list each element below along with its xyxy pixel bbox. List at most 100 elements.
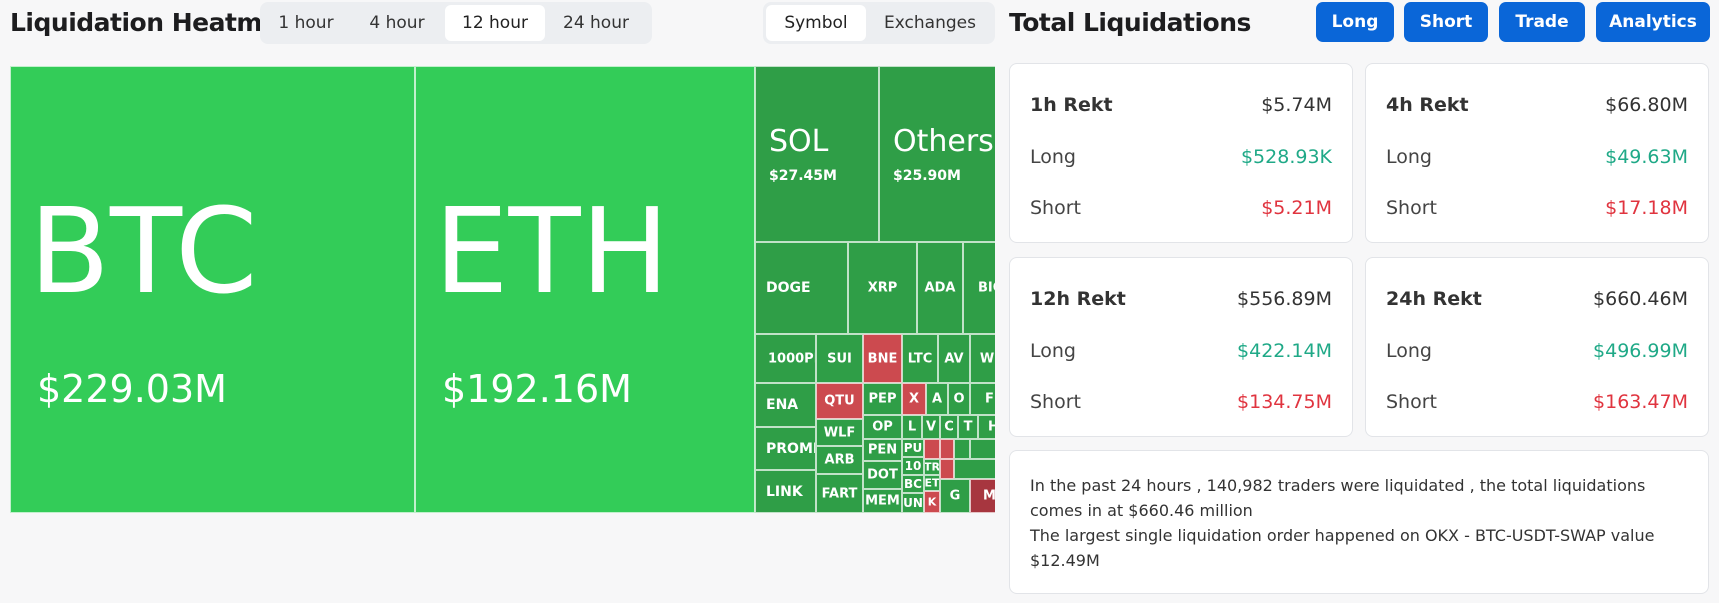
tab-symbol[interactable]: Symbol [766, 5, 866, 41]
long-label: Long [1386, 146, 1432, 168]
tile-sui[interactable]: SUI [816, 334, 863, 383]
tile-m[interactable]: M [970, 479, 995, 513]
long-button[interactable]: Long [1316, 2, 1394, 42]
analytics-button[interactable]: Analytics [1596, 2, 1710, 42]
tile-ena[interactable]: ENA [755, 383, 816, 427]
tile-others[interactable]: Others $25.90M [879, 66, 995, 242]
tile-value: $192.16M [442, 367, 632, 411]
tile-1000pepe[interactable]: 1000PE [755, 334, 816, 383]
tile-mem[interactable]: MEM [863, 489, 902, 513]
tile-red-b[interactable] [940, 439, 954, 459]
tile-fart[interactable]: FART [816, 474, 863, 513]
card-12h-rekt: 12h Rekt $556.89M Long $422.14M Short $134.… [1009, 257, 1353, 437]
tile-symbol: BTC [29, 182, 258, 320]
short-label: Short [1386, 197, 1437, 219]
tile-prompt[interactable]: PROMP [755, 427, 816, 470]
tile-tr[interactable]: TR [924, 459, 940, 475]
tile-pen[interactable]: PEN [863, 439, 902, 461]
tile-sol[interactable]: SOL $27.45M [755, 66, 879, 242]
tile-eth[interactable]: ETH $192.16M [415, 66, 755, 513]
tile-op[interactable]: OP [863, 415, 902, 439]
card-long-value: $496.99M [1593, 340, 1688, 362]
time-range-selector: 1 hour 4 hour 12 hour 24 hour [260, 2, 652, 44]
tile-pu[interactable]: PU [902, 439, 924, 457]
tile-value: $229.03M [37, 367, 227, 411]
tile-red-c[interactable] [940, 459, 954, 479]
heatmap-title: Liquidation Heatmap [10, 8, 296, 37]
tile-a[interactable]: A [926, 383, 948, 415]
liquidation-treemap: BTC $229.03M ETH $192.16M SOL $27.45M Ot… [10, 66, 995, 513]
card-short-value: $134.75M [1237, 391, 1332, 413]
tile-x[interactable]: X [902, 383, 926, 415]
card-total: $5.74M [1261, 94, 1332, 116]
tile-btc[interactable]: BTC $229.03M [10, 66, 415, 513]
tile-xrp[interactable]: XRP [848, 242, 917, 334]
liquidation-summary: In the past 24 hours , 140,982 traders w… [1009, 450, 1709, 594]
tile-l[interactable]: L [902, 415, 922, 439]
tile-10[interactable]: 10 [902, 457, 924, 475]
tile-bo[interactable]: BC [902, 475, 924, 493]
tile-qtum[interactable]: QTU [816, 383, 863, 419]
long-label: Long [1386, 340, 1432, 362]
total-liquidations-title: Total Liquidations [1009, 8, 1251, 37]
card-long-value: $49.63M [1605, 146, 1688, 168]
long-label: Long [1030, 146, 1076, 168]
long-label: Long [1030, 340, 1076, 362]
tile-c[interactable]: C [940, 415, 958, 439]
trade-button[interactable]: Trade [1499, 2, 1585, 42]
tile-k[interactable]: K [924, 491, 940, 513]
card-4h-rekt: 4h Rekt $66.80M Long $49.63M Short $17.18M [1365, 63, 1709, 243]
tile-f[interactable]: F [970, 383, 995, 415]
tile-small-c[interactable] [954, 459, 995, 479]
tile-symbol: Others [893, 124, 994, 159]
tile-ada[interactable]: ADA [917, 242, 963, 334]
card-total: $556.89M [1237, 288, 1332, 310]
short-label: Short [1386, 391, 1437, 413]
card-short-value: $163.47M [1593, 391, 1688, 413]
tile-un[interactable]: UN [902, 493, 924, 513]
card-total: $660.46M [1593, 288, 1688, 310]
card-period: 24h Rekt [1386, 288, 1482, 310]
tile-wi[interactable]: WI [970, 334, 995, 383]
card-1h-rekt: 1h Rekt $5.74M Long $528.93K Short $5.21M [1009, 63, 1353, 243]
tile-av[interactable]: AV [938, 334, 970, 383]
tile-small-b[interactable] [970, 439, 995, 459]
short-label: Short [1030, 197, 1081, 219]
short-button[interactable]: Short [1404, 2, 1488, 42]
card-long-value: $528.93K [1240, 146, 1332, 168]
view-mode-selector: Symbol Exchanges [763, 2, 995, 44]
tile-dot[interactable]: DOT [863, 461, 902, 489]
tile-g[interactable]: G [940, 479, 970, 513]
card-long-value: $422.14M [1237, 340, 1332, 362]
tile-value: $25.90M [893, 168, 961, 184]
card-total: $66.80M [1605, 94, 1688, 116]
tile-red-a[interactable] [924, 439, 940, 459]
tile-bio[interactable]: BIO [963, 242, 995, 334]
tab-24-hour[interactable]: 24 hour [547, 5, 645, 41]
tile-v[interactable]: V [922, 415, 940, 439]
card-period: 12h Rekt [1030, 288, 1126, 310]
card-short-value: $17.18M [1605, 197, 1688, 219]
card-period: 4h Rekt [1386, 94, 1469, 116]
tile-ltc[interactable]: LTC [902, 334, 938, 383]
card-period: 1h Rekt [1030, 94, 1113, 116]
tile-wlf[interactable]: WLF [816, 419, 863, 446]
summary-largest-order: The largest single liquidation order hap… [1030, 526, 1655, 570]
tab-4-hour[interactable]: 4 hour [351, 5, 443, 41]
tile-bnb[interactable]: BNE [863, 334, 902, 383]
tile-pep[interactable]: PEP [863, 383, 902, 415]
tile-small-a[interactable] [954, 439, 970, 459]
tile-t[interactable]: T [958, 415, 978, 439]
tile-symbol: ETH [434, 182, 670, 320]
tile-et[interactable]: ET [924, 475, 940, 491]
tab-12-hour[interactable]: 12 hour [445, 5, 545, 41]
tile-link[interactable]: LINK [755, 470, 816, 513]
tile-h[interactable]: H [978, 415, 995, 439]
card-24h-rekt: 24h Rekt $660.46M Long $496.99M Short $163.… [1365, 257, 1709, 437]
tile-arb[interactable]: ARB [816, 446, 863, 474]
tab-1-hour[interactable]: 1 hour [263, 5, 349, 41]
tile-o[interactable]: O [948, 383, 970, 415]
tab-exchanges[interactable]: Exchanges [868, 5, 992, 41]
tile-doge[interactable]: DOGE [755, 242, 848, 334]
card-short-value: $5.21M [1261, 197, 1332, 219]
